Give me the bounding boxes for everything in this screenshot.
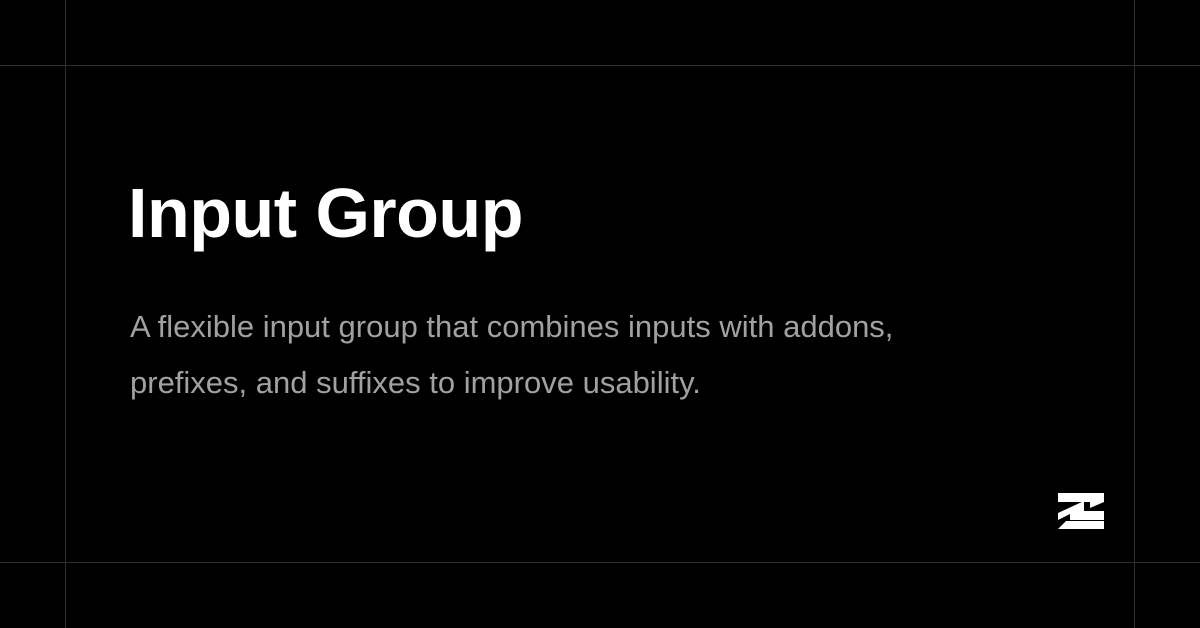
grid-line-top xyxy=(0,65,1200,66)
grid-line-left xyxy=(65,0,66,628)
brand-logo-icon xyxy=(1058,493,1104,529)
og-card: Input Group A flexible input group that … xyxy=(0,0,1200,628)
page-description: A flexible input group that combines inp… xyxy=(130,309,894,400)
grid-line-right xyxy=(1134,0,1135,628)
grid-line-bottom xyxy=(0,562,1200,563)
page-title: Input Group xyxy=(128,174,523,252)
